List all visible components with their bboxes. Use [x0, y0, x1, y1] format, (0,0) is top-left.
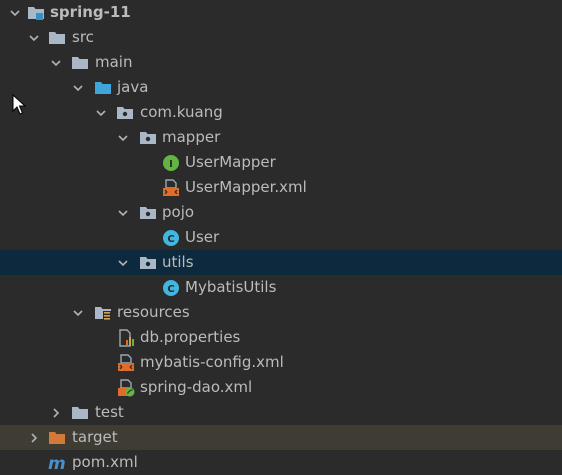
chevron-down-icon[interactable] [8, 0, 22, 25]
tree-item-mybatisutils[interactable]: C MybatisUtils [0, 275, 562, 300]
tree-item-label: User [185, 228, 220, 246]
tree-item-label: mybatis-config.xml [140, 353, 284, 371]
source-root-folder-icon [94, 79, 112, 97]
tree-item-test[interactable]: test [0, 400, 562, 425]
tree-item-spring-11[interactable]: spring-11 [0, 0, 562, 25]
package-icon [139, 254, 157, 272]
tree-item-db-properties[interactable]: db.properties [0, 325, 562, 350]
svg-text:C: C [167, 234, 174, 245]
folder-icon [71, 54, 89, 72]
tree-item-com-kuang[interactable]: com.kuang [0, 100, 562, 125]
module-folder-icon [27, 4, 45, 22]
tree-item-label: resources [117, 303, 190, 321]
tree-item-mybatis-config-xml[interactable]: mybatis-config.xml [0, 350, 562, 375]
tree-item-label: MybatisUtils [185, 278, 277, 296]
class-icon: C [162, 279, 180, 297]
folder-icon [71, 404, 89, 422]
project-tree: spring-11 src main java com.kuang mapper… [0, 0, 562, 475]
tree-item-spring-dao-xml[interactable]: spring-dao.xml [0, 375, 562, 400]
chevron-down-icon[interactable] [116, 200, 130, 225]
spring-xml-file-icon [117, 379, 135, 397]
svg-text:m: m [48, 454, 66, 472]
tree-item-pom-xml[interactable]: m pom.xml [0, 450, 562, 475]
xml-file-icon [162, 179, 180, 197]
tree-item-mapper[interactable]: mapper [0, 125, 562, 150]
maven-icon: m [48, 454, 66, 472]
tree-item-label: pojo [162, 203, 195, 221]
tree-item-target[interactable]: target [0, 425, 562, 450]
chevron-down-icon[interactable] [49, 50, 63, 75]
tree-item-label: UserMapper [185, 153, 276, 171]
chevron-down-icon[interactable] [71, 75, 85, 100]
package-icon [139, 129, 157, 147]
tree-item-label: utils [162, 253, 194, 271]
chevron-down-icon[interactable] [116, 250, 130, 275]
tree-item-usermapper-xml[interactable]: UserMapper.xml [0, 175, 562, 200]
package-icon [139, 204, 157, 222]
tree-item-src[interactable]: src [0, 25, 562, 50]
tree-item-label: db.properties [140, 328, 241, 346]
tree-item-label: main [95, 53, 133, 71]
properties-file-icon [117, 329, 135, 347]
chevron-down-icon[interactable] [27, 25, 41, 50]
tree-item-label: target [72, 428, 118, 446]
chevron-down-icon[interactable] [71, 300, 85, 325]
tree-item-label: test [95, 403, 124, 421]
tree-item-resources[interactable]: resources [0, 300, 562, 325]
excluded-folder-icon [48, 429, 66, 447]
chevron-right-icon[interactable] [49, 400, 63, 425]
chevron-right-icon[interactable] [27, 425, 41, 450]
package-icon [116, 104, 134, 122]
xml-file-icon [117, 354, 135, 372]
tree-item-label: com.kuang [140, 103, 223, 121]
tree-item-label: mapper [162, 128, 221, 146]
tree-item-main[interactable]: main [0, 50, 562, 75]
resources-folder-icon [94, 304, 112, 322]
svg-text:C: C [167, 284, 174, 295]
tree-item-usermapper[interactable]: I UserMapper [0, 150, 562, 175]
tree-item-label: spring-dao.xml [140, 378, 253, 396]
tree-item-pojo[interactable]: pojo [0, 200, 562, 225]
tree-item-label: spring-11 [50, 3, 131, 21]
folder-icon [48, 29, 66, 47]
tree-item-java[interactable]: java [0, 75, 562, 100]
chevron-down-icon[interactable] [116, 125, 130, 150]
interface-icon: I [162, 154, 180, 172]
mouse-pointer-icon [12, 94, 26, 116]
chevron-down-icon[interactable] [94, 100, 108, 125]
class-icon: C [162, 229, 180, 247]
tree-item-label: UserMapper.xml [185, 178, 307, 196]
svg-text:I: I [169, 159, 173, 170]
tree-item-label: java [117, 78, 149, 96]
tree-item-label: pom.xml [72, 453, 138, 471]
tree-item-user[interactable]: C User [0, 225, 562, 250]
tree-item-utils[interactable]: utils [0, 250, 562, 275]
tree-item-label: src [72, 28, 94, 46]
